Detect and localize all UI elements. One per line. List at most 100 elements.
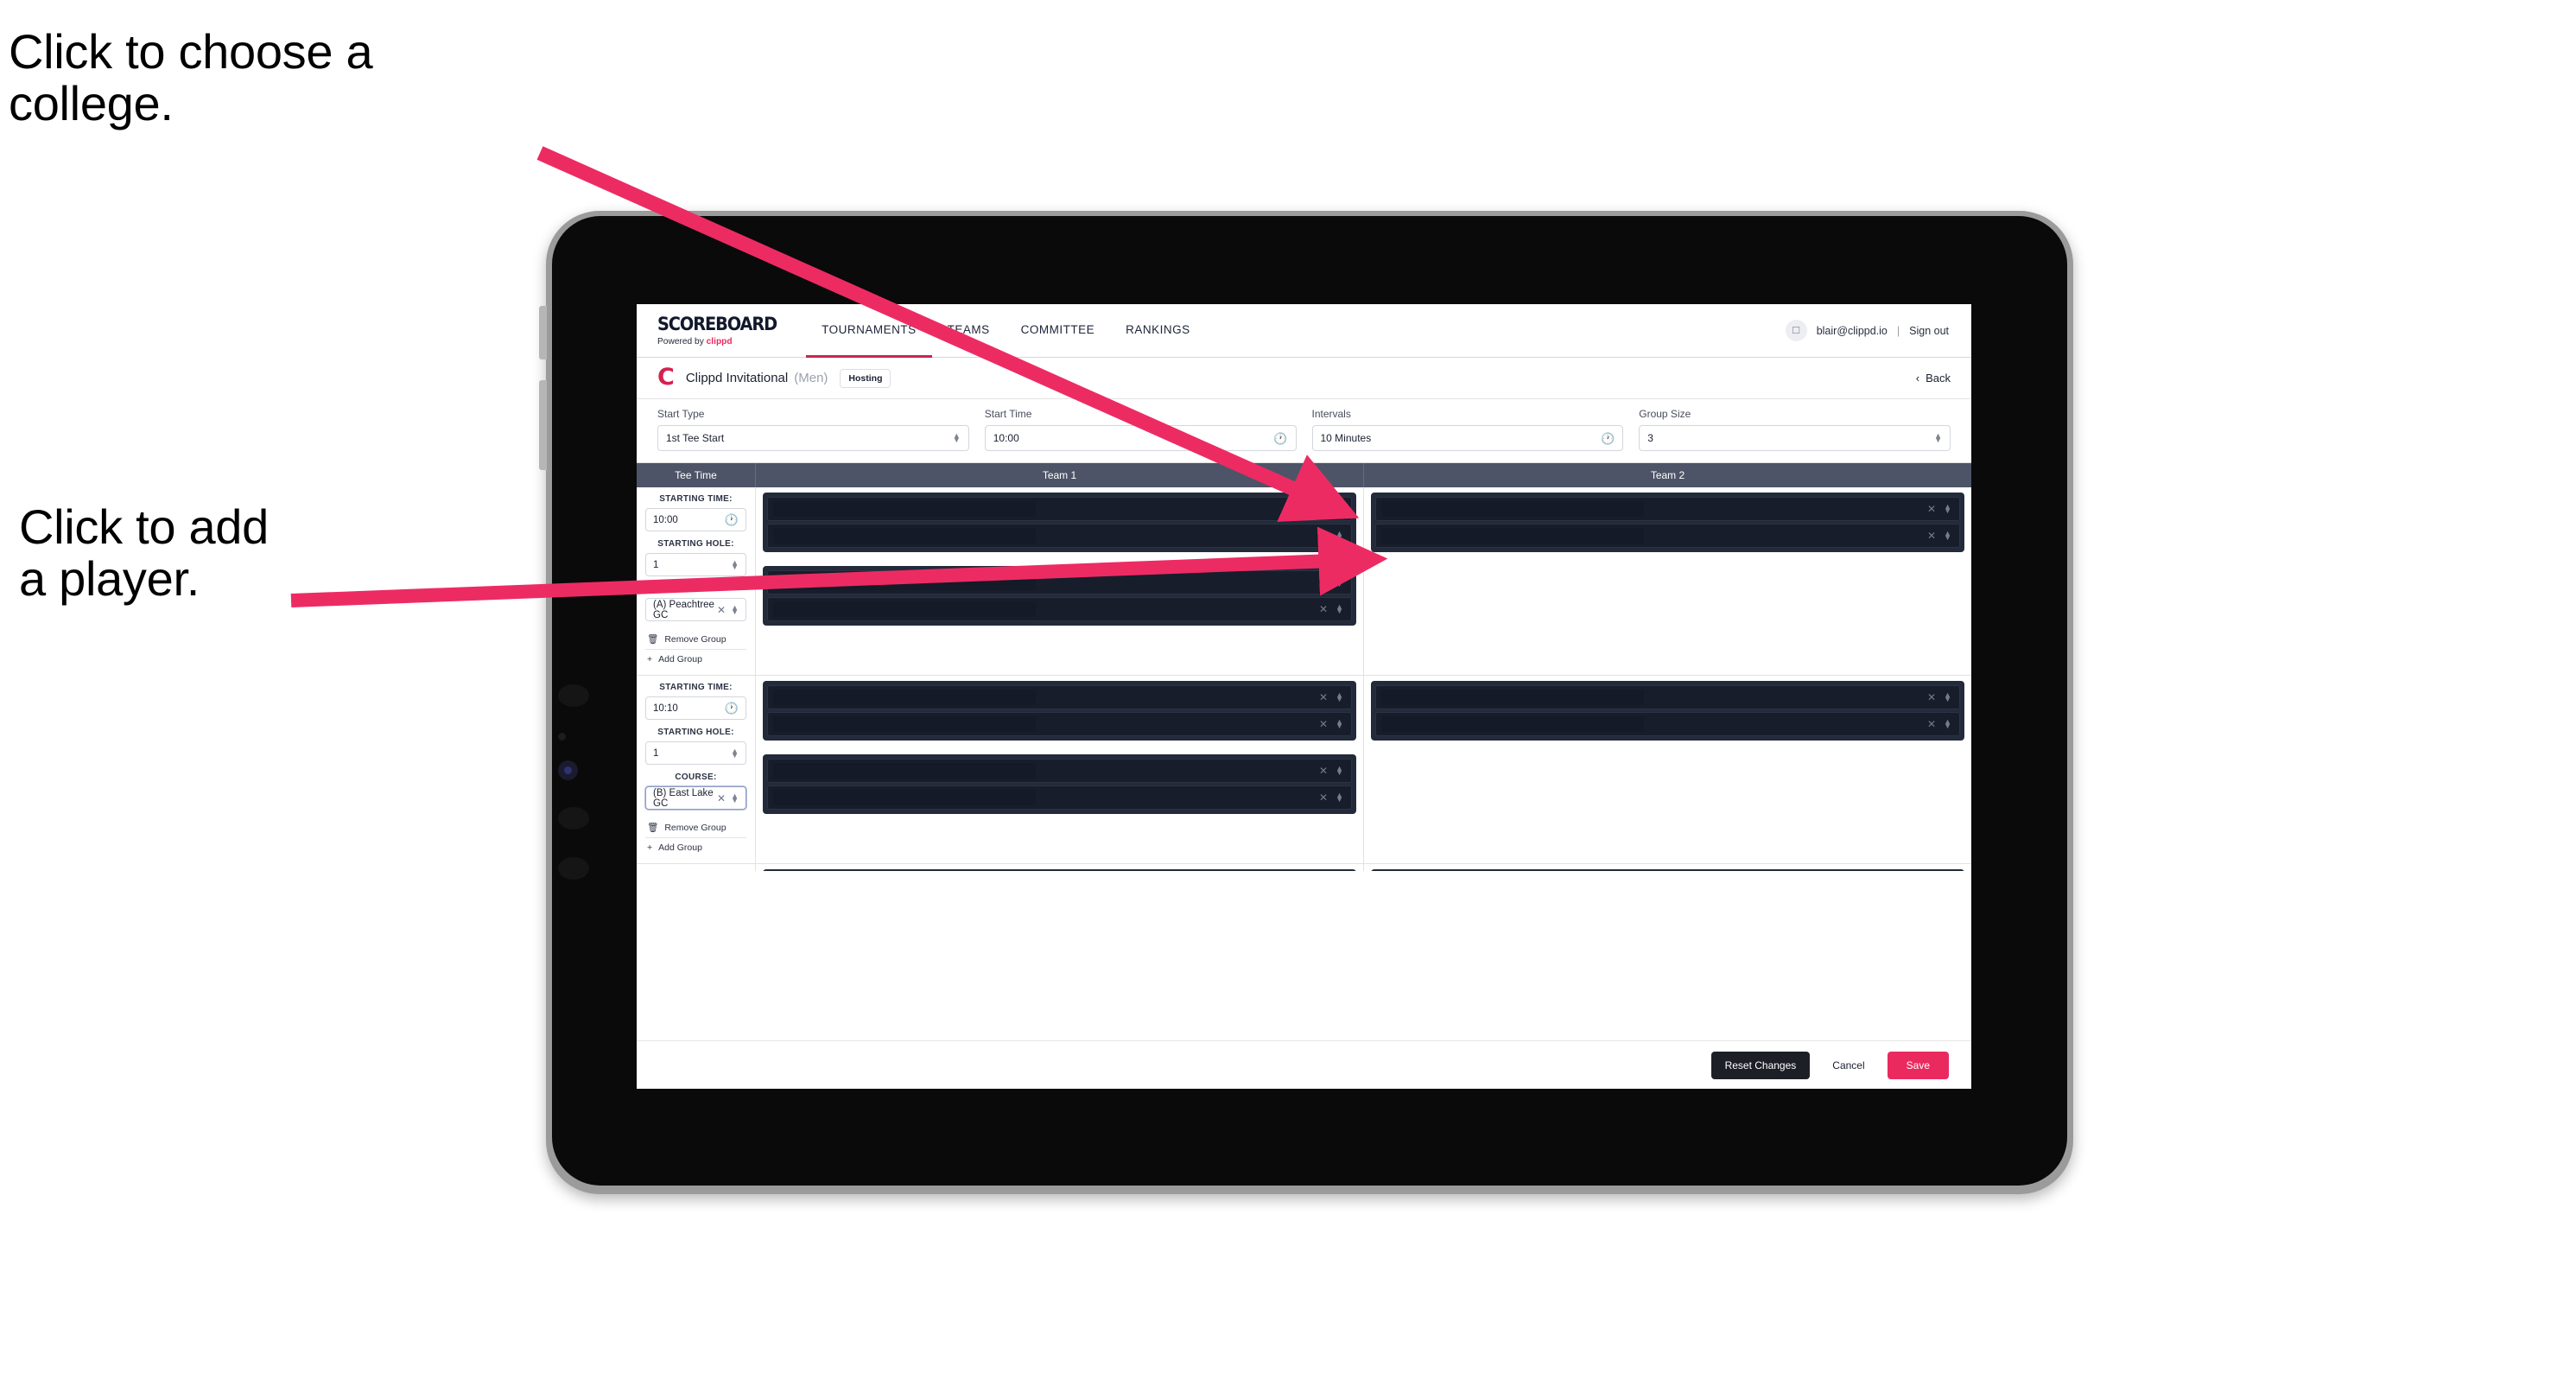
x-icon[interactable]: ✕ (1927, 718, 1936, 730)
sign-out-link[interactable]: Sign out (1909, 325, 1949, 337)
camera-lens-icon (558, 760, 578, 780)
save-button[interactable]: Save (1887, 1051, 1949, 1079)
player-select-slot[interactable]: ✕ ▲ ▼ (767, 685, 1352, 709)
label-course: COURSE: (675, 584, 717, 594)
action-bar: Reset Changes Cancel Save (637, 1040, 1971, 1089)
back-link[interactable]: ‹ Back (1916, 372, 1951, 385)
control-start-type: Start Type 1st Tee Start ▲ ▼ (657, 408, 985, 451)
scoreboard-logo[interactable]: SCOREBOARD Powered by clippd (637, 304, 806, 357)
player-select-slot[interactable]: ✕ ▲ ▼ (767, 785, 1352, 810)
cancel-button[interactable]: Cancel (1824, 1052, 1873, 1079)
player-select-slot[interactable]: ✕ ▲ ▼ (1375, 685, 1960, 709)
x-icon[interactable]: ✕ (1319, 718, 1328, 730)
team-2-cell: ✕▲▼ ✕▲▼ (1364, 864, 1971, 871)
x-icon[interactable]: ✕ (1319, 691, 1328, 703)
clock-icon: 🕐 (724, 513, 739, 526)
player-select-slot[interactable]: ✕ ▲ ▼ (1375, 497, 1960, 521)
stepper-icon: ▲ ▼ (1944, 502, 1951, 515)
table-body[interactable]: STARTING TIME: 10:00 🕐 STARTING HOLE: 1 … (637, 487, 1971, 871)
stepper-icon: ▲ ▼ (1944, 717, 1951, 730)
nav-label-rankings: RANKINGS (1126, 323, 1190, 336)
chevron-left-icon: ‹ (1915, 372, 1920, 385)
tournament-subheader: C Clippd Invitational (Men) Hosting ‹ Ba… (637, 358, 1971, 399)
add-group-label: Add Group (658, 654, 702, 664)
control-intervals: Intervals 10 Minutes 🕐 (1311, 408, 1640, 451)
course-value: (A) Peachtree GC (653, 599, 714, 620)
control-label-start-time: Start Time (984, 408, 1032, 420)
volume-button[interactable] (539, 380, 547, 470)
remove-group-label: Remove Group (664, 633, 726, 645)
x-icon[interactable]: ✕ (1319, 530, 1328, 542)
x-icon[interactable]: ✕ (1927, 530, 1936, 542)
nav-label-tournaments: TOURNAMENTS (822, 323, 917, 336)
starting-hole-input[interactable]: 1 ▲ ▼ (645, 741, 746, 765)
player-select-slot[interactable]: ✕ ▲ ▼ (767, 759, 1352, 783)
x-icon[interactable]: ✕ (1319, 765, 1328, 777)
nav-item-rankings[interactable]: RANKINGS (1110, 304, 1206, 358)
nav-item-tournaments[interactable]: TOURNAMENTS (806, 304, 932, 358)
x-icon[interactable]: ✕ (717, 792, 726, 804)
reset-changes-button[interactable]: Reset Changes (1710, 1051, 1811, 1079)
course-select[interactable]: (A) Peachtree GC ✕ ▲ ▼ (645, 598, 746, 621)
start-type-select[interactable]: 1st Tee Start ▲ ▼ (657, 425, 969, 451)
group-size-select[interactable]: 3 ▲ ▼ (1639, 425, 1951, 451)
start-time-input[interactable]: 10:00 🕐 (984, 425, 1297, 451)
tournament-gender: (Men) (794, 371, 828, 385)
brand-wordmark: SCOREBOARD (657, 313, 777, 334)
x-icon[interactable]: ✕ (1319, 603, 1328, 615)
x-icon[interactable]: ✕ (1927, 503, 1936, 515)
remove-group-button[interactable]: 🗑 Remove Group (645, 817, 746, 837)
team-1-cell: ✕ ▲ ▼ ✕ ▲ ▼ ✕ ▲ ▼ ✕ ▲ ▼ (756, 676, 1364, 863)
add-group-button[interactable]: + Add Group (645, 649, 746, 669)
column-header-team-2: Team 2 (1650, 469, 1685, 481)
team-2-cell: ✕▲▼ ✕▲▼ (1364, 676, 1971, 863)
x-icon[interactable]: ✕ (717, 604, 726, 616)
camera-lens-icon (558, 857, 589, 880)
clock-icon: 🕐 (724, 702, 739, 715)
player-select-slot[interactable]: ✕ ▲ ▼ (1375, 524, 1960, 548)
starting-time-input[interactable]: 10:10 🕐 (645, 696, 746, 720)
account-email: blair@clippd.io (1816, 324, 1888, 337)
brand-tagline-prefix: Powered by (657, 335, 707, 346)
starting-hole-input[interactable]: 1 ▲ ▼ (645, 553, 746, 576)
player-group: ✕ ▲▼ ✕ ▲▼ (1371, 681, 1964, 741)
player-select-slot[interactable]: ✕ ▲ ▼ (1375, 712, 1960, 736)
stepper-icon: ▲ ▼ (1336, 717, 1343, 730)
stepper-icon: ▲ ▼ (1944, 529, 1951, 542)
x-icon[interactable]: ✕ (1319, 792, 1328, 804)
remove-group-button[interactable]: 🗑 Remove Group (645, 629, 746, 649)
team-1-cell: ✕ ▲ ▼ ✕ ▲ ▼ ✕ ▲ ▼ ✕ ▲ ▼ (756, 487, 1364, 675)
settings-controls-row: Start Type 1st Tee Start ▲ ▼ Start Time 1… (637, 399, 1971, 462)
player-group: ✕ ▲▼ ✕ ▲▼ (763, 493, 1356, 552)
starting-time-value: 10:10 (653, 703, 678, 714)
player-group: ✕ ▲▼ ✕ ▲▼ (763, 566, 1356, 626)
power-button[interactable] (539, 306, 547, 359)
intervals-input[interactable]: 10 Minutes 🕐 (1311, 425, 1624, 451)
trash-icon: 🗑 (647, 634, 659, 645)
add-group-button[interactable]: + Add Group (645, 837, 746, 857)
player-select-slot[interactable]: ✕ ▲ ▼ (767, 570, 1352, 594)
table-row: STARTING TIME: 10:10 🕐 STARTING HOLE: 1 … (637, 676, 1971, 864)
player-select-slot[interactable]: ✕ ▲ ▼ (767, 712, 1352, 736)
trash-icon: 🗑 (647, 823, 659, 833)
column-header-tee-time: Tee Time (637, 463, 756, 487)
nav-item-committee[interactable]: COMMITTEE (1006, 304, 1111, 358)
intervals-value: 10 Minutes (1320, 432, 1372, 444)
x-icon[interactable]: ✕ (1319, 576, 1328, 588)
starting-time-input[interactable]: 10:00 🕐 (645, 508, 746, 531)
stepper-icon: ▲ ▼ (1336, 502, 1343, 515)
x-icon[interactable]: ✕ (1927, 691, 1936, 703)
player-select-slot[interactable]: ✕ ▲ ▼ (767, 497, 1352, 521)
course-select[interactable]: (B) East Lake GC ✕ ▲ ▼ (645, 786, 746, 810)
user-icon[interactable]: ☐ (1785, 320, 1807, 341)
stepper-icon: ▲ ▼ (731, 557, 739, 571)
tee-time-cell: STARTING TIME: 10:00 🕐 STARTING HOLE: 1 … (637, 487, 756, 675)
label-starting-hole: STARTING HOLE: (657, 728, 734, 737)
stepper-icon: ▲ ▼ (1336, 764, 1343, 777)
x-icon[interactable]: ✕ (1319, 503, 1328, 515)
stepper-icon: ▲ ▼ (1336, 529, 1343, 542)
nav-item-teams[interactable]: TEAMS (932, 304, 1006, 358)
player-select-slot[interactable]: ✕ ▲ ▼ (767, 524, 1352, 548)
brand-tagline-clippd: clippd (706, 335, 733, 346)
player-select-slot[interactable]: ✕ ▲ ▼ (767, 597, 1352, 621)
